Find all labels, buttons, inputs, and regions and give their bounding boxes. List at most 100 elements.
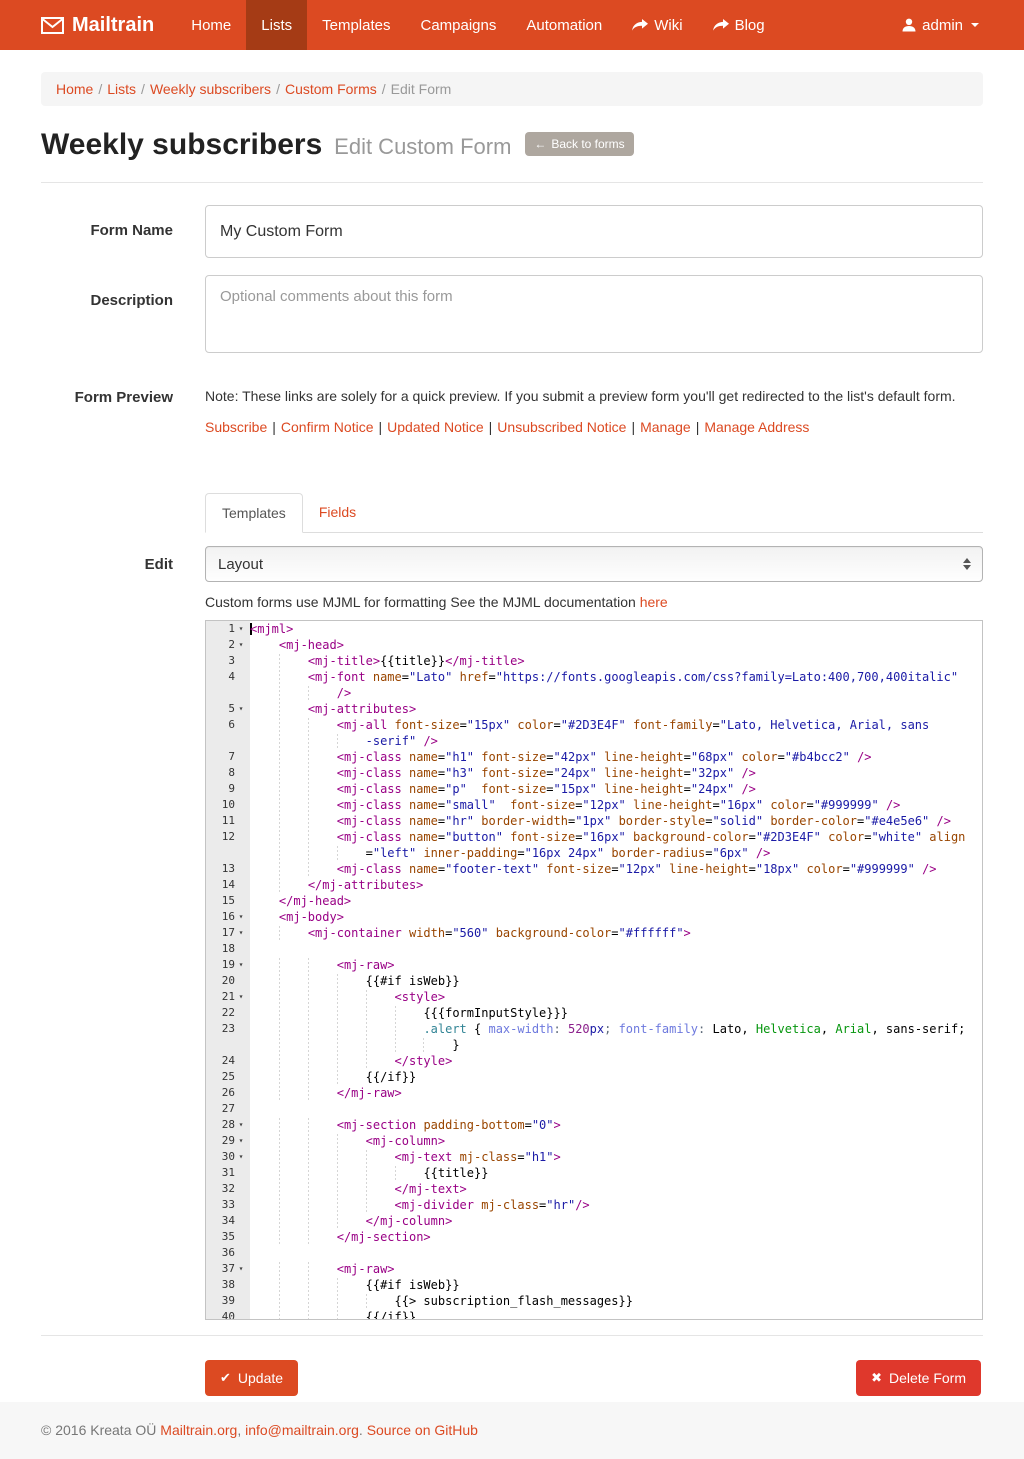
preview-link-subscribe[interactable]: Subscribe [205,419,267,435]
fold-toggle-icon[interactable]: ▾ [235,1133,247,1149]
code-token: padding-bottom [423,1118,524,1132]
preview-link-confirm-notice[interactable]: Confirm Notice [281,419,374,435]
fold-toggle-icon[interactable]: ▾ [235,701,247,717]
preview-link-updated-notice[interactable]: Updated Notice [387,419,484,435]
gutter-cell: 15 [206,893,250,909]
indent [250,1086,279,1100]
code-line: <mj-class name="footer-text" font-size="… [250,861,982,877]
code-token: /> [741,766,755,780]
indent-guide [279,1262,308,1276]
edit-template-select[interactable]: Layout [205,546,983,582]
indent [250,1230,279,1244]
indent [250,862,279,876]
brand-logo[interactable]: Mailtrain [41,0,176,50]
footer-link-email[interactable]: info@mailtrain.org [245,1422,359,1438]
update-button[interactable]: ✔Update [205,1360,298,1396]
indent [250,974,279,988]
gutter-cell: 9 [206,781,250,797]
gutter-cell: 21▾ [206,989,250,1005]
indent [250,1006,279,1020]
delete-form-button[interactable]: ✖Delete Form [856,1360,981,1396]
nav-item-templates[interactable]: Templates [307,0,405,50]
indent-guide [337,1022,366,1036]
indent [250,1054,279,1068]
code-token: line-height [669,862,748,876]
code-token: background-color [633,830,749,844]
code-token: > [554,1118,561,1132]
line-number: 36 [222,1245,235,1261]
line-number: 13 [222,861,235,877]
tab-templates[interactable]: Templates [205,493,303,533]
code-token: = [843,862,850,876]
code-token: /> [922,862,936,876]
breadcrumb-home[interactable]: Home [56,81,93,97]
code-line: <mj-body> [250,909,982,925]
indent-guide [366,1166,395,1180]
fold-toggle-icon[interactable]: ▾ [235,925,247,941]
code-line: -serif" /> [250,733,982,749]
code-token: name [409,750,438,764]
code-token: "#999999" [850,862,915,876]
code-token: </style> [395,1054,453,1068]
back-to-forms-button[interactable]: ←Back to forms [525,132,633,156]
form-name-input[interactable] [205,205,983,258]
editor-gutter: 1▾2▾345▾678910111213141516▾17▾1819▾2021▾… [206,621,250,1319]
footer-link-github[interactable]: Source on GitHub [367,1422,478,1438]
fold-toggle-icon[interactable]: ▾ [235,989,247,1005]
description-textarea[interactable] [205,275,983,353]
indent-guide [308,1006,337,1020]
indent [250,878,279,892]
breadcrumb-custom-forms[interactable]: Custom Forms [285,81,377,97]
indent [250,750,279,764]
indent-guide [308,1198,337,1212]
gutter-cell: 4 [206,669,250,685]
nav-item-campaigns[interactable]: Campaigns [405,0,511,50]
nav-item-blog[interactable]: Blog [698,0,780,50]
fold-toggle-icon[interactable]: ▾ [235,1261,247,1277]
editor-code[interactable]: <mjml> <mj-head> <mj-title>{{title}}</mj… [250,621,982,1319]
indent-guide [308,750,337,764]
code-line: {{/if}} [250,1309,982,1319]
indent-guide [279,1230,308,1244]
user-menu[interactable]: admin [887,0,994,50]
mjml-doc-link[interactable]: here [640,594,668,610]
code-token: name [409,782,438,796]
nav-item-wiki[interactable]: Wiki [617,0,697,50]
code-token: = [546,782,553,796]
preview-link-unsubscribed-notice[interactable]: Unsubscribed Notice [497,419,626,435]
preview-link-manage-address[interactable]: Manage Address [704,419,809,435]
tab-fields[interactable]: Fields [303,493,372,533]
breadcrumb-lists[interactable]: Lists [107,81,136,97]
code-token: "#e4e5e6" [864,814,929,828]
indent-guide [308,766,337,780]
fold-toggle-icon[interactable]: ▾ [235,957,247,973]
footer-link-mailtrain[interactable]: Mailtrain.org [160,1422,237,1438]
code-token: "15px" [467,718,510,732]
nav-item-home[interactable]: Home [176,0,246,50]
code-token: border-width [481,814,568,828]
code-token: font-family [619,1022,698,1036]
code-token: <mj-section [337,1118,416,1132]
indent-guide [279,926,308,940]
code-token: -serif" [366,734,417,748]
code-token: "0" [532,1118,554,1132]
fold-toggle-icon[interactable]: ▾ [235,1117,247,1133]
code-token [496,798,510,812]
indent [250,638,279,652]
breadcrumb-weekly-subscribers[interactable]: Weekly subscribers [150,81,271,97]
fold-toggle-icon[interactable]: ▾ [235,1149,247,1165]
fold-toggle-icon[interactable]: ▾ [235,909,247,925]
indent-guide [308,782,337,796]
code-token: font-family [633,718,712,732]
fold-toggle-icon[interactable]: ▾ [235,637,247,653]
fold-toggle-icon[interactable]: ▾ [235,621,247,637]
code-token: 520 [568,1022,590,1036]
line-number: 28 [222,1117,235,1133]
line-number: 6 [228,717,235,733]
code-editor[interactable]: 1▾2▾345▾678910111213141516▾17▾1819▾2021▾… [205,620,983,1320]
preview-link-manage[interactable]: Manage [640,419,691,435]
nav-item-lists[interactable]: Lists [246,0,307,50]
nav-item-automation[interactable]: Automation [511,0,617,50]
code-token: color [828,830,864,844]
code-token: "h1" [445,750,474,764]
